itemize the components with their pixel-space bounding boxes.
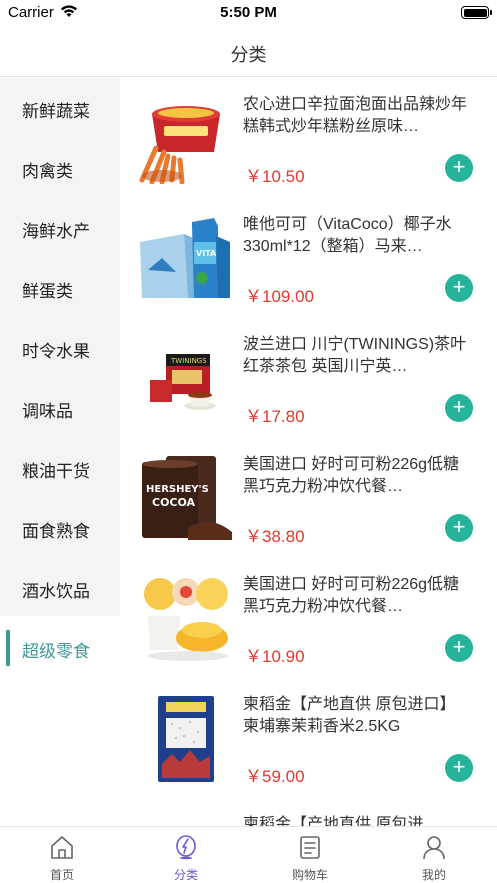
cart-list-icon <box>300 836 320 859</box>
product-item[interactable]: 美国进口 好时可可粉226g低糖黑巧克力粉冲饮代餐… ￥10.90 + <box>120 558 497 678</box>
svg-text:VITA: VITA <box>196 249 217 258</box>
tab-home[interactable]: 首页 <box>0 827 124 883</box>
product-image: HERSHEY'S COCOA <box>142 456 232 540</box>
category-sidebar: 新鲜蔬菜 肉禽类 海鲜水产 鲜蛋类 时令水果 调味品 粮油干货 面食熟食 酒水饮… <box>0 78 120 826</box>
sidebar-item-fresh-vegetables[interactable]: 新鲜蔬菜 <box>0 78 120 138</box>
product-name[interactable]: 农心进口辛拉面泡面出品辣炒年糕韩式炒年糕粉丝原味… <box>243 94 469 138</box>
sidebar-item-eggs[interactable]: 鲜蛋类 <box>0 258 120 318</box>
tab-label: 我的 <box>421 868 446 882</box>
product-image <box>139 106 220 184</box>
product-name[interactable]: 波兰进口 川宁(TWININGS)茶叶红茶茶包 英国川宁英… <box>243 334 469 378</box>
sidebar-item-meat-poultry[interactable]: 肉禽类 <box>0 138 120 198</box>
svg-text:HERSHEY'S: HERSHEY'S <box>146 484 209 495</box>
active-indicator <box>6 630 10 666</box>
product-price: ￥17.80 <box>245 407 305 426</box>
add-to-cart-button[interactable]: + <box>445 634 473 662</box>
product-price: ￥38.80 <box>245 527 305 546</box>
product-image <box>138 812 234 826</box>
app-screen: Carrier 5:50 PM 分类 新鲜蔬菜 肉禽类 海鲜水产 鲜蛋类 时令水… <box>0 0 497 883</box>
sidebar-item-seasonal-fruit[interactable]: 时令水果 <box>0 318 120 378</box>
sidebar-item-label: 新鲜蔬菜 <box>22 102 90 121</box>
tab-category[interactable]: 分类 <box>124 827 248 883</box>
home-icon <box>51 836 73 859</box>
product-item[interactable]: 柬稻金【产地直供 原包进口】柬埔寨茉莉香米2.5KG ￥59.00 + <box>120 678 497 798</box>
sidebar-item-drinks[interactable]: 酒水饮品 <box>0 558 120 618</box>
sidebar-item-snacks[interactable]: 超级零食 <box>0 618 120 678</box>
page-title: 分类 <box>230 45 267 65</box>
add-to-cart-button[interactable]: + <box>445 154 473 182</box>
sidebar-item-grain-oil[interactable]: 粮油干货 <box>0 438 120 498</box>
tab-profile[interactable]: 我的 <box>372 827 496 883</box>
tab-label: 分类 <box>173 868 198 882</box>
product-image <box>144 578 228 661</box>
sidebar-item-condiments[interactable]: 调味品 <box>0 378 120 438</box>
sidebar-item-label: 海鲜水产 <box>22 222 90 241</box>
tab-label: 购物车 <box>291 868 328 882</box>
sidebar-item-label: 时令水果 <box>22 342 90 361</box>
product-price: ￥10.50 <box>245 167 305 186</box>
product-name[interactable]: 美国进口 好时可可粉226g低糖黑巧克力粉冲饮代餐… <box>243 454 469 498</box>
product-item[interactable]: 农心进口辛拉面泡面出品辣炒年糕韩式炒年糕粉丝原味… ￥10.50 + <box>120 78 497 198</box>
status-bar: Carrier 5:50 PM <box>0 0 497 26</box>
sidebar-item-label: 粮油干货 <box>22 462 90 481</box>
sidebar-item-label: 调味品 <box>22 402 73 421</box>
add-to-cart-button[interactable]: + <box>445 754 473 782</box>
product-item[interactable]: VITA 唯他可可（VitaCoco）椰子水330ml*12（整箱）马来… ￥1… <box>120 198 497 318</box>
product-name[interactable]: 唯他可可（VitaCoco）椰子水330ml*12（整箱）马来… <box>243 214 469 258</box>
tab-cart[interactable]: 购物车 <box>248 827 372 883</box>
product-image <box>158 696 214 782</box>
sidebar-item-seafood[interactable]: 海鲜水产 <box>0 198 120 258</box>
product-price: ￥10.90 <box>245 647 305 666</box>
product-name[interactable]: 美国进口 好时可可粉226g低糖黑巧克力粉冲饮代餐… <box>243 574 469 618</box>
sidebar-item-label: 酒水饮品 <box>22 582 90 601</box>
product-name[interactable]: 柬稻金【产地直供 原包进口】柬埔寨茉莉香米2.5KG <box>243 694 469 738</box>
category-icon <box>176 835 196 860</box>
add-to-cart-button[interactable]: + <box>445 394 473 422</box>
product-image: TWININGS <box>150 354 216 410</box>
nav-bar: 分类 <box>0 26 497 77</box>
product-image: VITA <box>140 218 230 298</box>
profile-icon <box>423 836 445 860</box>
battery-icon <box>461 6 492 19</box>
sidebar-item-noodles-deli[interactable]: 面食熟食 <box>0 498 120 558</box>
product-price: ￥109.00 <box>245 287 314 306</box>
svg-text:TWININGS: TWININGS <box>170 357 207 365</box>
sidebar-item-label: 超级零食 <box>22 642 90 661</box>
product-item[interactable]: TWININGS 波兰进口 川宁(TWININGS)茶叶红茶茶包 英国川宁英… … <box>120 318 497 438</box>
tab-bar: 首页 分类 购物车 我的 <box>0 826 497 883</box>
tab-label: 首页 <box>49 868 74 882</box>
svg-text:COCOA: COCOA <box>152 496 196 509</box>
sidebar-item-label: 鲜蛋类 <box>22 282 73 301</box>
product-list[interactable]: 农心进口辛拉面泡面出品辣炒年糕韩式炒年糕粉丝原味… ￥10.50 + VITA … <box>120 78 497 826</box>
sidebar-item-label: 面食熟食 <box>22 522 90 541</box>
add-to-cart-button[interactable]: + <box>445 274 473 302</box>
product-name[interactable]: 柬稻金【产地直供 原包进 <box>243 814 469 826</box>
status-time: 5:50 PM <box>220 4 277 21</box>
sidebar-item-label: 肉禽类 <box>22 162 73 181</box>
product-item[interactable]: 柬稻金【产地直供 原包进 <box>120 798 497 826</box>
add-to-cart-button[interactable]: + <box>445 514 473 542</box>
product-item[interactable]: HERSHEY'S COCOA 美国进口 好时可可粉226g低糖黑巧克力粉冲饮代… <box>120 438 497 558</box>
product-price: ￥59.00 <box>245 767 305 786</box>
